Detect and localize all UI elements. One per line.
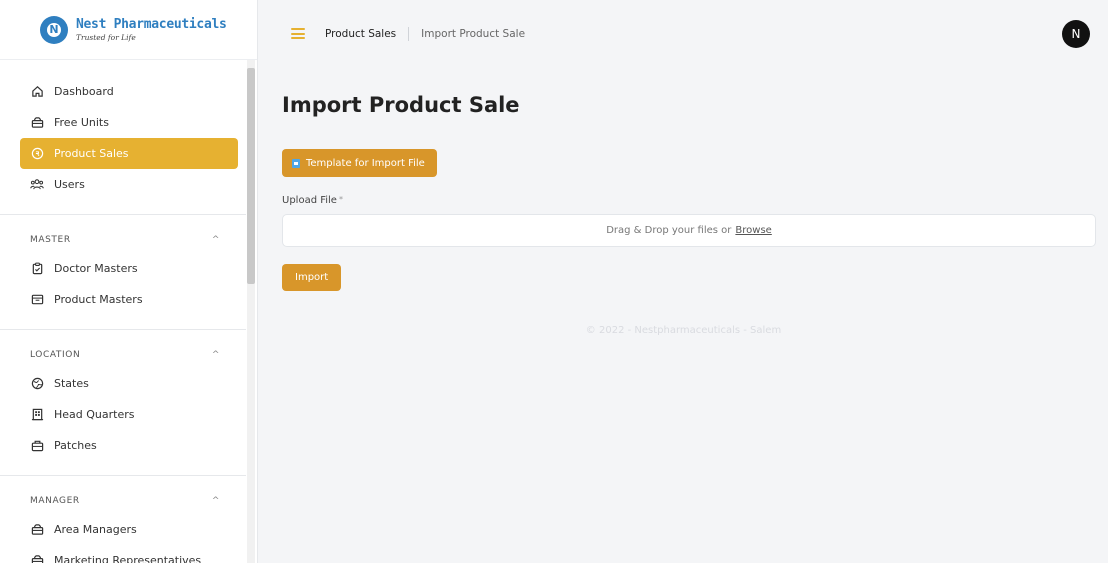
main-content: Import Product Sale Template for Import … <box>259 67 1108 563</box>
section-header[interactable]: MASTER ^ <box>0 227 246 253</box>
chevron-up-icon: ^ <box>211 235 220 245</box>
sidebar-item-label: Doctor Masters <box>54 262 138 275</box>
top-bar: Product Sales Import Product Sale N <box>259 0 1108 67</box>
template-button-label: Template for Import File <box>306 157 425 169</box>
clipboard-icon <box>30 262 44 276</box>
sidebar-item-area-managers[interactable]: Area Managers <box>20 514 238 545</box>
breadcrumb-product-sales[interactable]: Product Sales <box>325 28 396 40</box>
sidebar-item-label: Marketing Representatives <box>54 554 202 563</box>
section-header[interactable]: LOCATION ^ <box>0 342 246 368</box>
sidebar-item-label: Product Sales <box>54 147 129 160</box>
menu-icon[interactable] <box>291 28 305 39</box>
brand[interactable]: N Nest Pharmaceuticals Trusted for Life <box>0 0 257 60</box>
sidebar-item-label: Patches <box>54 439 97 452</box>
avatar[interactable]: N <box>1062 20 1090 48</box>
sidebar-item-head-quarters[interactable]: Head Quarters <box>20 399 238 430</box>
sidebar-item-users[interactable]: Users <box>20 169 238 200</box>
sidebar-item-product-sales[interactable]: Product Sales <box>20 138 238 169</box>
sidebar-item-states[interactable]: States <box>20 368 238 399</box>
sidebar-section-manager: MANAGER ^ Area Managers Marketing Repres… <box>0 475 246 563</box>
file-icon <box>292 158 300 168</box>
brand-logo: N <box>40 15 68 44</box>
section-header[interactable]: MANAGER ^ <box>0 488 246 514</box>
sidebar-item-label: States <box>54 377 89 390</box>
browse-link[interactable]: Browse <box>735 225 771 236</box>
template-download-button[interactable]: Template for Import File <box>282 149 437 177</box>
sidebar-item-label: Dashboard <box>54 85 114 98</box>
brand-tagline: Trusted for Life <box>76 32 136 42</box>
sidebar-item-marketing-representatives[interactable]: Marketing Representatives <box>20 545 238 563</box>
sidebar-item-label: Head Quarters <box>54 408 135 421</box>
sidebar-scrollbar-thumb[interactable] <box>247 68 255 284</box>
brand-name: Nest Pharmaceuticals <box>76 16 227 32</box>
chevron-up-icon: ^ <box>211 496 220 506</box>
sidebar-item-product-masters[interactable]: Product Masters <box>20 284 238 315</box>
briefcase-icon <box>30 439 44 453</box>
breadcrumb-separator <box>408 26 410 41</box>
file-dropzone[interactable]: Drag & Drop your files or Browse <box>282 214 1096 247</box>
home-icon <box>30 85 44 99</box>
sidebar-item-label: Product Masters <box>54 293 143 306</box>
users-icon <box>30 178 44 192</box>
globe-icon <box>30 377 44 391</box>
page-title: Import Product Sale <box>282 93 520 117</box>
sidebar-item-label: Free Units <box>54 116 109 129</box>
footer-copyright: © 2022 - Nestpharmaceuticals - Salem <box>585 325 782 336</box>
table-icon <box>30 293 44 307</box>
sidebar-item-patches[interactable]: Patches <box>20 430 238 461</box>
sidebar-item-doctor-masters[interactable]: Doctor Masters <box>20 253 238 284</box>
upload-file-label: Upload File * <box>282 195 343 206</box>
import-button[interactable]: Import <box>282 264 342 291</box>
sidebar-section-location: LOCATION ^ States Head Quarters Patches <box>0 329 246 461</box>
briefcase-icon <box>30 523 44 537</box>
chevron-up-icon: ^ <box>211 350 220 360</box>
sidebar-item-label: Users <box>54 178 85 191</box>
sidebar-item-free-units[interactable]: Free Units <box>20 107 238 138</box>
sidebar-section-master: MASTER ^ Doctor Masters Product Masters <box>0 214 246 315</box>
coin-icon <box>30 147 44 161</box>
sidebar-nav: Dashboard Free Units Product Sales Users… <box>0 76 246 563</box>
sidebar-item-dashboard[interactable]: Dashboard <box>20 76 238 107</box>
sidebar: N Nest Pharmaceuticals Trusted for Life … <box>0 0 258 563</box>
building-icon <box>30 408 44 422</box>
briefcase-icon <box>30 116 44 130</box>
sidebar-item-label: Area Managers <box>54 523 137 536</box>
briefcase-icon <box>30 554 44 563</box>
breadcrumb-current: Import Product Sale <box>421 27 526 40</box>
required-mark: * <box>338 195 343 204</box>
dropzone-text: Drag & Drop your files or <box>606 225 732 236</box>
